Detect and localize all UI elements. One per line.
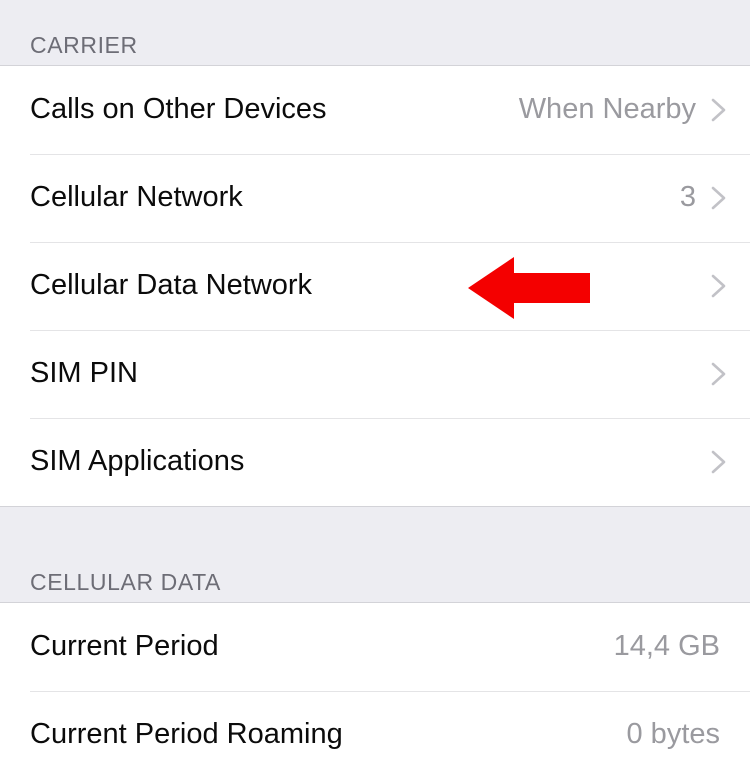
row-cellular-data-network[interactable]: Cellular Data Network <box>0 242 750 330</box>
row-label: Current Period <box>30 630 219 663</box>
row-accessory: 3 <box>679 181 728 214</box>
row-accessory: 14,4 GB <box>613 630 720 663</box>
row-calls-on-other-devices[interactable]: Calls on Other Devices When Nearby <box>0 66 750 154</box>
row-accessory <box>696 271 728 301</box>
row-accessory <box>696 447 728 477</box>
row-value: 0 bytes <box>626 718 721 751</box>
row-current-period-roaming[interactable]: Current Period Roaming 0 bytes <box>0 691 750 779</box>
row-accessory: When Nearby <box>518 93 728 126</box>
row-value: 14,4 GB <box>613 630 720 663</box>
row-cellular-network[interactable]: Cellular Network 3 <box>0 154 750 242</box>
row-accessory: 0 bytes <box>626 718 721 751</box>
cellular-data-list: Current Period 14,4 GB Current Period Ro… <box>0 603 750 779</box>
chevron-right-icon <box>710 359 728 389</box>
section-header-cellular-data: CELLULAR DATA <box>0 506 750 603</box>
chevron-right-icon <box>710 95 728 125</box>
row-label: Cellular Data Network <box>30 269 313 302</box>
row-value: 3 <box>679 181 696 214</box>
row-label: Calls on Other Devices <box>30 93 327 126</box>
section-header-label: CELLULAR DATA <box>30 569 222 595</box>
row-label: Current Period Roaming <box>30 718 343 751</box>
row-accessory <box>696 359 728 389</box>
row-label: SIM Applications <box>30 445 245 478</box>
row-label: Cellular Network <box>30 181 243 214</box>
row-label: SIM PIN <box>30 357 138 390</box>
section-header-carrier: CARRIER <box>0 0 750 66</box>
chevron-right-icon <box>710 447 728 477</box>
chevron-right-icon <box>710 271 728 301</box>
chevron-right-icon <box>710 183 728 213</box>
cellular-settings-screen: CARRIER Calls on Other Devices When Near… <box>0 0 750 780</box>
carrier-list: Calls on Other Devices When Nearby Cellu… <box>0 66 750 506</box>
row-current-period[interactable]: Current Period 14,4 GB <box>0 603 750 691</box>
row-value: When Nearby <box>518 93 696 126</box>
row-sim-pin[interactable]: SIM PIN <box>0 330 750 418</box>
row-sim-applications[interactable]: SIM Applications <box>0 418 750 506</box>
section-header-label: CARRIER <box>30 32 138 58</box>
